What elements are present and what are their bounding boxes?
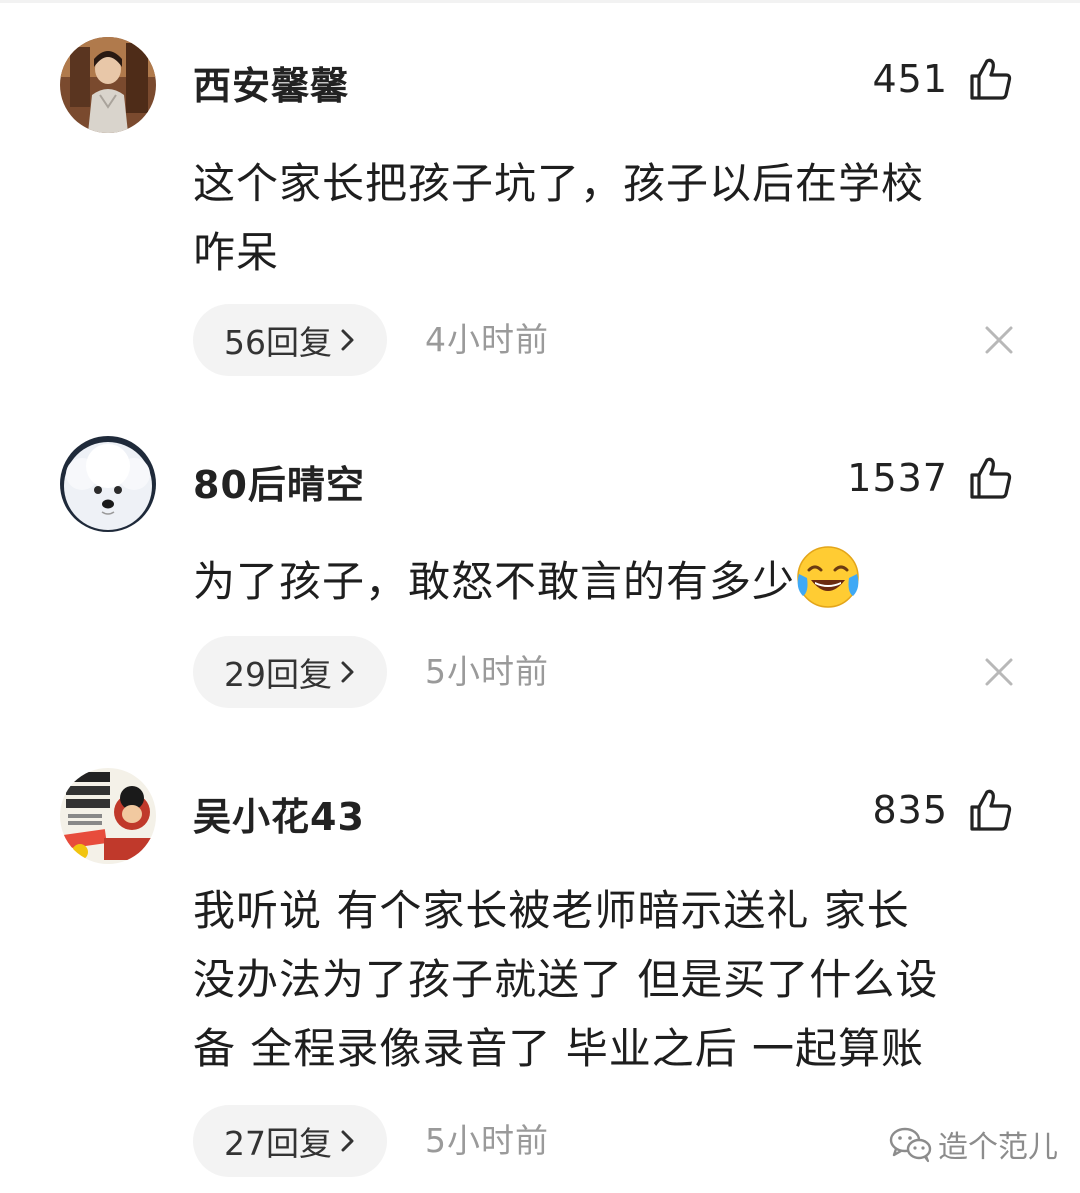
replies-count: 27回复 (224, 1124, 332, 1163)
watermark: 造个范儿 (888, 1122, 1058, 1166)
like-button[interactable]: 1537 (847, 452, 1014, 504)
comment-text: 为了孩子，敢怒不敢言的有多少 (193, 544, 1023, 616)
replies-count: 56回复 (224, 323, 332, 362)
comment-time: 5小时前 (425, 1121, 549, 1160)
comment-text: 这个家长把孩子坑了，孩子以后在学校 咋呆 (193, 149, 1023, 287)
like-count: 835 (872, 788, 948, 832)
user-avatar[interactable] (60, 436, 156, 532)
user-avatar[interactable] (60, 37, 156, 133)
like-count: 451 (872, 57, 948, 101)
comment-text-line: 我听说 有个家长被老师暗示送礼 家长 (193, 886, 910, 935)
comment-text-line: 没办法为了孩子就送了 但是买了什么设 (193, 955, 939, 1004)
replies-count: 29回复 (224, 655, 332, 694)
replies-button[interactable]: 27回复 (193, 1105, 387, 1177)
chevron-right-icon (341, 661, 354, 683)
like-count: 1537 (847, 456, 948, 500)
comment-time: 4小时前 (425, 320, 549, 359)
comment-text: 我听说 有个家长被老师暗示送礼 家长 没办法为了孩子就送了 但是买了什么设 备 … (193, 876, 1023, 1083)
replies-button[interactable]: 56回复 (193, 304, 387, 376)
username[interactable]: 吴小花43 (193, 786, 365, 841)
comment-text-line: 这个家长把孩子坑了，孩子以后在学校 (193, 159, 925, 208)
crying-laughing-emoji-icon (797, 546, 859, 608)
username[interactable]: 西安馨馨 (193, 55, 349, 110)
watermark-text: 造个范儿 (938, 1130, 1058, 1165)
like-button[interactable]: 835 (872, 784, 1014, 836)
close-icon[interactable] (984, 325, 1014, 355)
comment-text-line: 备 全程录像录音了 毕业之后 一起算账 (193, 1024, 925, 1073)
top-divider (0, 0, 1080, 3)
thumbs-up-icon (970, 789, 1012, 831)
comment-text-line: 咋呆 (193, 228, 280, 277)
username[interactable]: 80后晴空 (193, 454, 365, 509)
thumbs-up-icon (970, 58, 1012, 100)
comment-text-line: 为了孩子，敢怒不敢言的有多少 (193, 544, 1023, 616)
close-icon[interactable] (984, 657, 1014, 687)
replies-button[interactable]: 29回复 (193, 636, 387, 708)
comment-time: 5小时前 (425, 652, 549, 691)
chevron-right-icon (341, 329, 354, 351)
like-button[interactable]: 451 (872, 53, 1014, 105)
thumbs-up-icon (970, 457, 1012, 499)
wechat-icon (889, 1127, 932, 1163)
user-avatar[interactable] (60, 768, 156, 864)
chevron-right-icon (341, 1130, 354, 1152)
